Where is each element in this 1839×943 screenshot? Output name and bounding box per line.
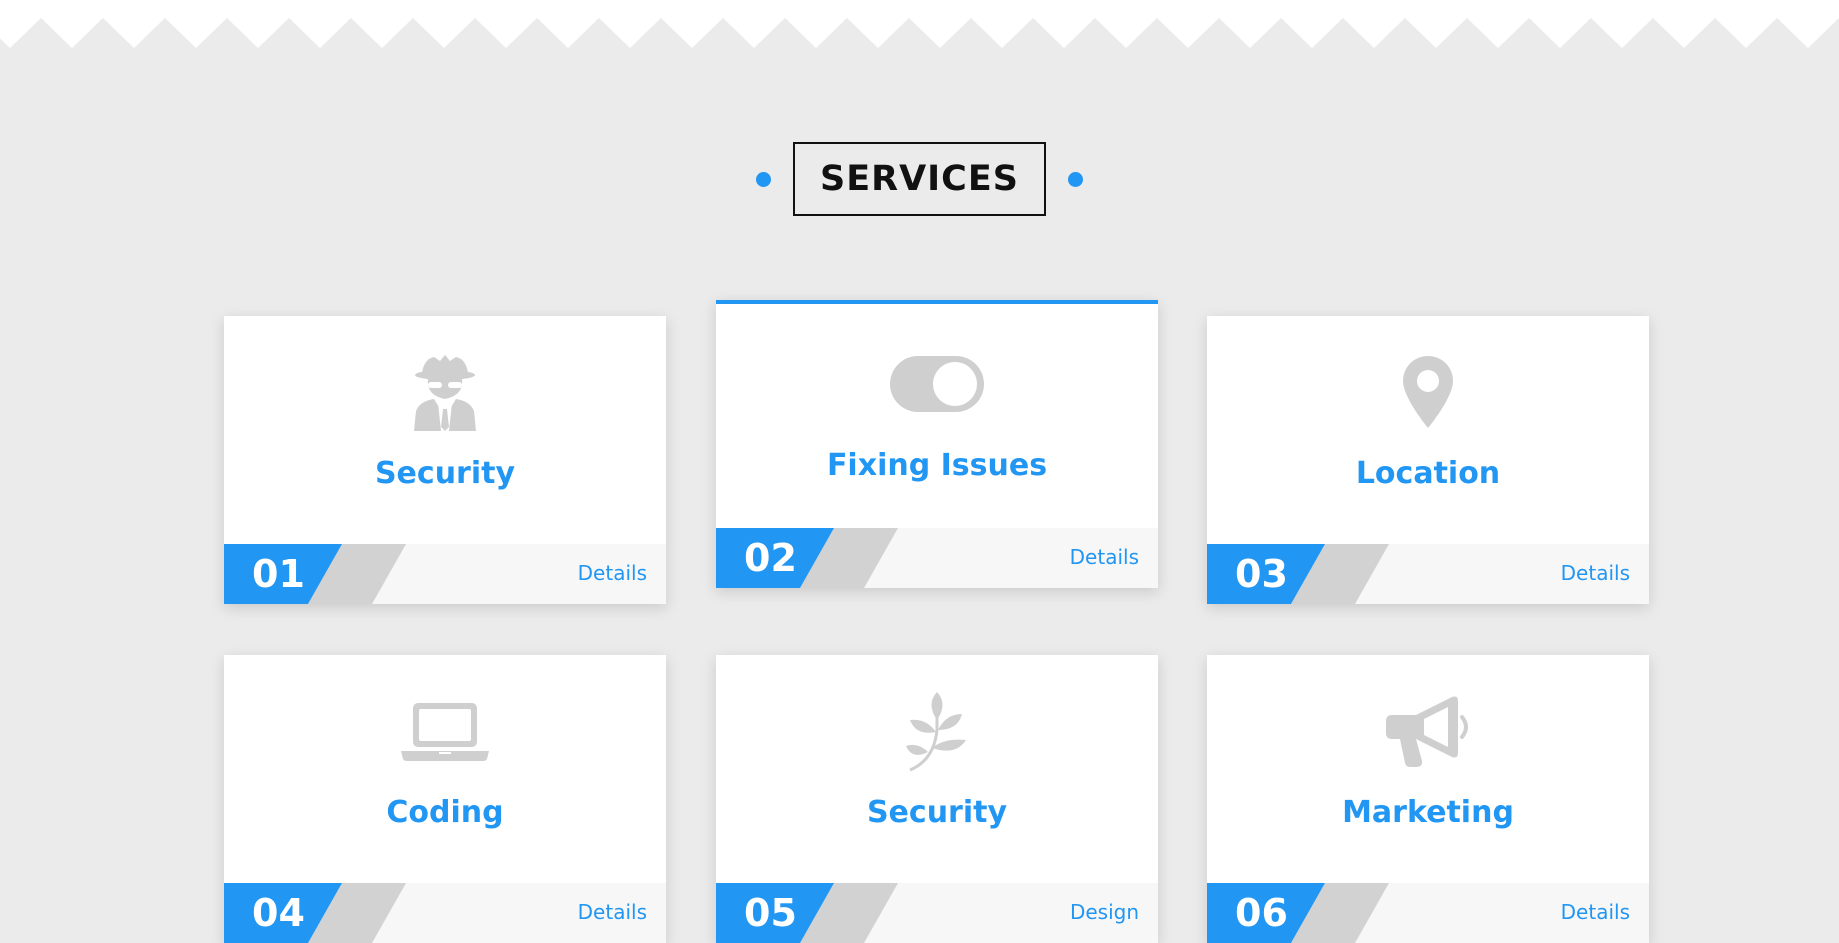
card-number: 05	[744, 891, 797, 935]
number-badge: 02	[716, 528, 898, 588]
card-title: Security	[866, 795, 1008, 830]
laptop-icon	[224, 691, 666, 771]
card-number: 04	[252, 891, 305, 935]
service-card-security[interactable]: Security 01 Details	[224, 316, 666, 604]
details-link[interactable]: Details	[1070, 545, 1139, 569]
service-card-security-2[interactable]: Security 05 Design	[716, 655, 1158, 943]
service-card-location[interactable]: Location 03 Details	[1207, 316, 1649, 604]
card-title: Security	[374, 456, 516, 491]
spy-icon	[224, 352, 666, 432]
details-link[interactable]: Details	[1561, 900, 1630, 924]
design-link[interactable]: Design	[1070, 900, 1139, 924]
card-title: Location	[1355, 456, 1501, 491]
card-footer: 02 Details	[716, 528, 1158, 588]
details-link[interactable]: Details	[578, 561, 647, 585]
card-number: 01	[252, 552, 305, 596]
section-title: SERVICES	[793, 142, 1046, 216]
card-footer: 06 Details	[1207, 883, 1649, 943]
card-footer: 01 Details	[224, 544, 666, 604]
card-footer: 03 Details	[1207, 544, 1649, 604]
card-number: 02	[744, 536, 797, 580]
title-dot-left	[756, 171, 771, 187]
toggle-icon	[716, 344, 1158, 424]
title-dot-right	[1067, 171, 1083, 187]
card-number: 06	[1235, 891, 1288, 935]
number-badge: 01	[224, 544, 406, 604]
card-title: Marketing	[1342, 795, 1514, 830]
card-title: Coding	[386, 795, 504, 830]
card-number: 03	[1235, 552, 1288, 596]
card-footer: 04 Details	[224, 883, 666, 943]
number-badge: 04	[224, 883, 406, 943]
details-link[interactable]: Details	[578, 900, 647, 924]
number-badge: 05	[716, 883, 898, 943]
number-badge: 03	[1207, 544, 1389, 604]
location-pin-icon	[1207, 352, 1649, 432]
service-card-coding[interactable]: Coding 04 Details	[224, 655, 666, 943]
zigzag-border	[0, 0, 1839, 48]
service-card-marketing[interactable]: Marketing 06 Details	[1207, 655, 1649, 943]
section-heading: SERVICES	[0, 142, 1839, 216]
number-badge: 06	[1207, 883, 1389, 943]
card-footer: 05 Design	[716, 883, 1158, 943]
megaphone-icon	[1207, 691, 1649, 771]
service-card-fixing-issues[interactable]: Fixing Issues 02 Details	[716, 300, 1158, 588]
card-title: Fixing Issues	[826, 448, 1048, 483]
details-link[interactable]: Details	[1561, 561, 1630, 585]
leaf-branch-icon	[716, 691, 1158, 772]
